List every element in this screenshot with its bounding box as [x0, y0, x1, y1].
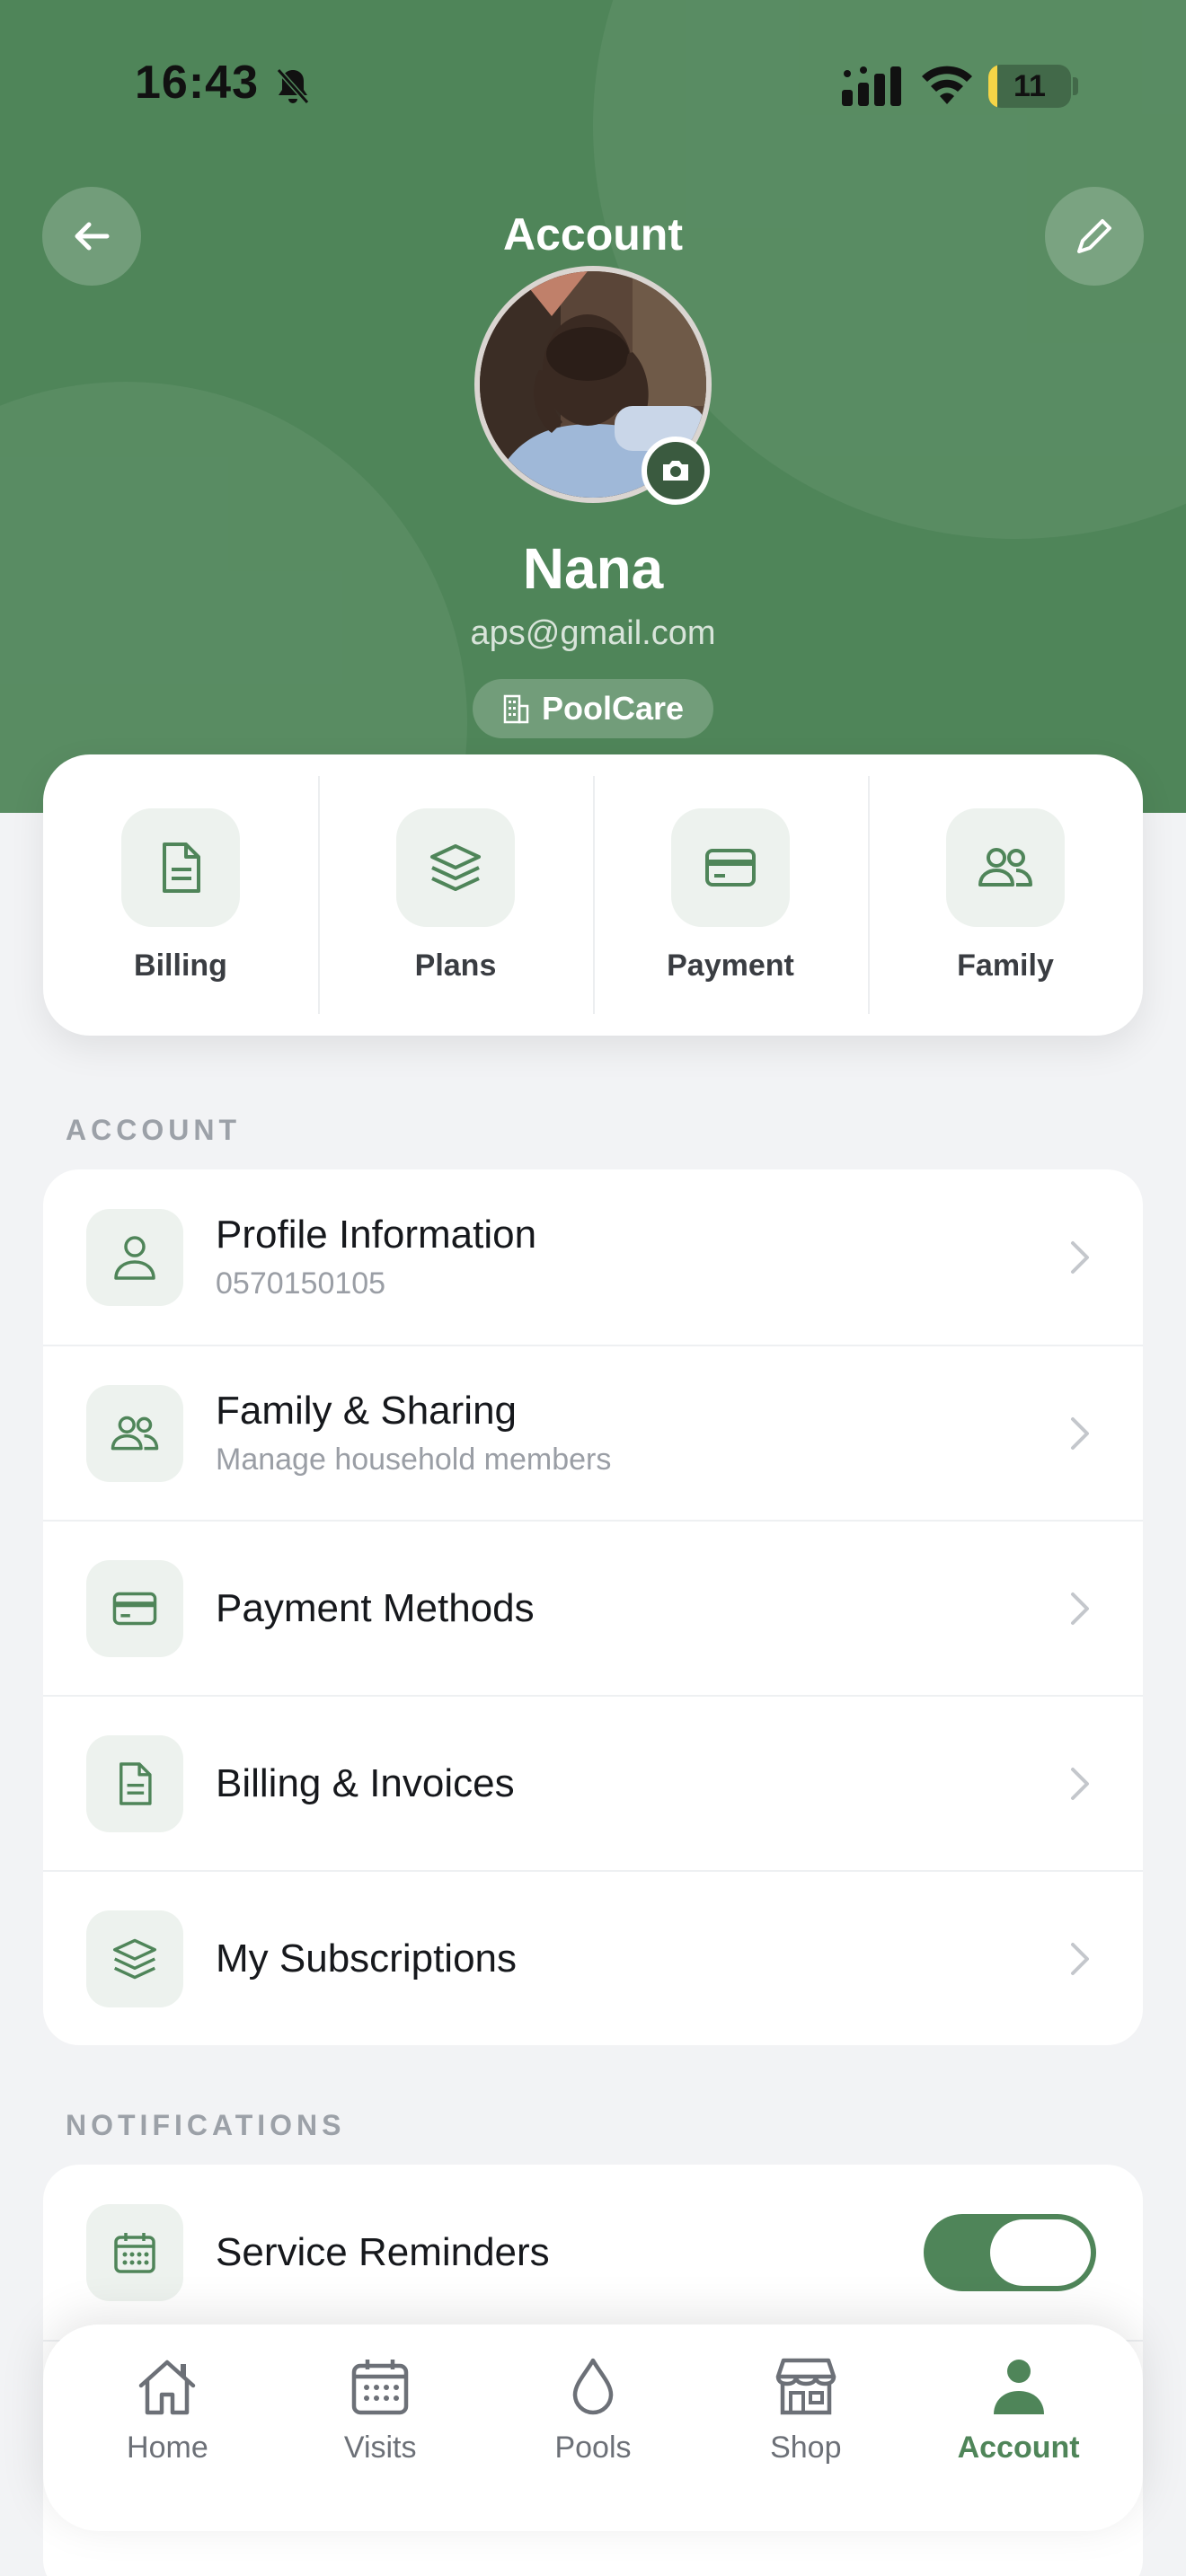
quick-action-label: Payment: [667, 948, 794, 983]
battery-indicator: 11: [988, 65, 1071, 108]
edit-profile-button[interactable]: [1045, 187, 1144, 286]
document-icon: [121, 808, 240, 927]
layers-icon: [396, 808, 515, 927]
store-icon: [775, 2358, 836, 2415]
organization-name: PoolCare: [541, 690, 685, 727]
camera-icon: [663, 461, 688, 481]
row-title: My Subscriptions: [216, 1936, 518, 1981]
tab-shop[interactable]: Shop: [699, 2325, 912, 2531]
quick-action-plans[interactable]: Plans: [318, 754, 593, 1036]
status-time: 16:43: [135, 57, 259, 109]
chevron-right-icon: [1071, 1416, 1089, 1450]
quick-action-label: Plans: [414, 948, 497, 983]
bell-muted-icon: [276, 68, 310, 104]
user-name: Nana: [522, 536, 664, 601]
tab-visits[interactable]: Visits: [274, 2325, 487, 2531]
user-icon: [86, 1208, 183, 1306]
calendar-icon: [351, 2360, 409, 2415]
card-icon: [86, 1559, 183, 1657]
quick-actions-card: Billing Plans Payment Family: [43, 754, 1143, 1036]
account-list: Profile Information 0570150105 Family & …: [43, 1169, 1143, 2045]
row-title: Profile Information: [216, 1213, 537, 1257]
page-title: Account: [503, 209, 683, 260]
change-photo-button[interactable]: [642, 437, 710, 505]
user-email: aps@gmail.com: [470, 614, 716, 652]
battery-nub: [1073, 77, 1078, 95]
chevron-right-icon: [1071, 1767, 1089, 1800]
section-title-account: ACCOUNT: [66, 1114, 241, 1146]
card-icon: [671, 808, 790, 927]
chevron-right-icon: [1071, 1240, 1089, 1274]
quick-action-label: Family: [957, 948, 1054, 983]
person-icon: [993, 2360, 1044, 2414]
chevron-right-icon: [1071, 1592, 1089, 1625]
building-icon: [503, 694, 529, 724]
home-icon: [139, 2360, 196, 2415]
list-item-family-sharing[interactable]: Family & Sharing Manage household member…: [43, 1345, 1143, 1520]
pencil-icon: [1077, 219, 1111, 253]
row-subtitle: Manage household members: [216, 1442, 612, 1477]
tab-label: Shop: [770, 2430, 842, 2465]
layers-icon: [86, 1910, 183, 2007]
service-reminders-toggle[interactable]: [924, 2213, 1096, 2291]
tab-account[interactable]: Account: [912, 2325, 1125, 2531]
battery-percent: 11: [1013, 69, 1046, 103]
quick-action-family[interactable]: Family: [868, 754, 1143, 1036]
droplet-icon: [572, 2358, 614, 2415]
calendar-icon: [86, 2203, 183, 2301]
wifi-icon: [922, 66, 972, 104]
users-icon: [86, 1384, 183, 1482]
quick-action-payment[interactable]: Payment: [593, 754, 868, 1036]
users-icon: [946, 808, 1065, 927]
chevron-right-icon: [1071, 1942, 1089, 1975]
tab-label: Home: [127, 2430, 208, 2465]
organization-badge: PoolCare: [473, 679, 713, 738]
row-title: Family & Sharing: [216, 1389, 518, 1433]
toggle-knob: [990, 2219, 1091, 2286]
tab-pools[interactable]: Pools: [487, 2325, 700, 2531]
signal-icon: [842, 66, 901, 106]
row-title: Service Reminders: [216, 2229, 550, 2274]
document-icon: [86, 1734, 183, 1832]
section-title-notifications: NOTIFICATIONS: [66, 2109, 346, 2141]
bottom-tab-bar: Home Visits Pools Shop Account: [43, 2325, 1143, 2531]
tab-label: Pools: [554, 2430, 632, 2465]
quick-action-label: Billing: [134, 948, 227, 983]
list-item-billing-invoices[interactable]: Billing & Invoices: [43, 1695, 1143, 1870]
tab-label: Visits: [343, 2430, 417, 2465]
row-subtitle: 0570150105: [216, 1266, 386, 1301]
tab-label: Account: [957, 2430, 1080, 2465]
quick-action-billing[interactable]: Billing: [43, 754, 318, 1036]
row-title: Payment Methods: [216, 1585, 535, 1630]
list-item-profile-information[interactable]: Profile Information 0570150105: [43, 1169, 1143, 1345]
list-item-payment-methods[interactable]: Payment Methods: [43, 1520, 1143, 1695]
list-item-my-subscriptions[interactable]: My Subscriptions: [43, 1870, 1143, 2045]
list-item-service-reminders[interactable]: Service Reminders: [43, 2165, 1143, 2340]
row-title: Billing & Invoices: [216, 1760, 515, 1805]
tab-home[interactable]: Home: [61, 2325, 274, 2531]
